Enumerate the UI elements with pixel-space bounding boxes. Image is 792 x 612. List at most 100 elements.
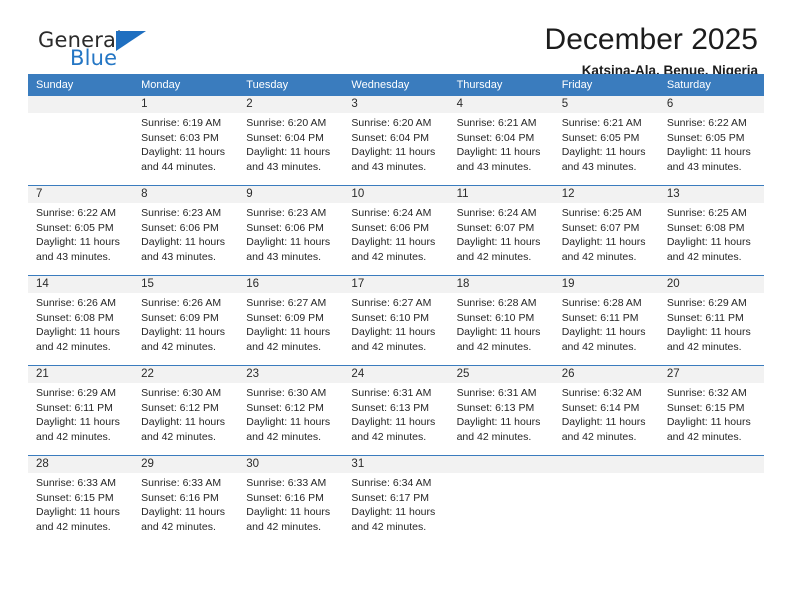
day-number: 31 — [343, 456, 449, 473]
day-cell-inner: 9 Sunrise: 6:23 AM Sunset: 6:06 PM Daylight… — [238, 186, 344, 275]
calendar-day-cell[interactable]: 17 Sunrise: 6:27 AM Sunset: 6:10 PM Dayligh… — [343, 275, 449, 366]
calendar-day-cell[interactable]: 12 Sunrise: 6:25 AM Sunset: 6:07 PM Dayligh… — [553, 185, 659, 276]
calendar-day-cell[interactable]: 30 Sunrise: 6:33 AM Sunset: 6:16 PM Dayligh… — [238, 455, 344, 545]
calendar-day-cell[interactable]: 20 Sunrise: 6:29 AM Sunset: 6:11 PM Dayligh… — [658, 275, 764, 366]
day-details: Sunrise: 6:25 AM Sunset: 6:07 PM Daylight:… — [554, 203, 659, 264]
sunset-text: Sunset: 6:06 PM — [351, 221, 430, 234]
daylight-text-line2: and 42 minutes. — [36, 340, 111, 353]
daylight-text-line1: Daylight: 11 hours — [351, 506, 436, 519]
sunset-text: Sunset: 6:10 PM — [351, 311, 430, 324]
calendar-day-cell[interactable]: 24 Sunrise: 6:31 AM Sunset: 6:13 PM Dayligh… — [343, 365, 449, 456]
sunset-text: Sunset: 6:11 PM — [666, 311, 744, 324]
daylight-text-line1: Daylight: 11 hours — [456, 146, 541, 159]
sunset-text: Sunset: 6:16 PM — [141, 491, 219, 504]
day-details: Sunrise: 6:29 AM Sunset: 6:11 PM Daylight:… — [659, 293, 764, 354]
day-cell-inner: 18 Sunrise: 6:28 AM Sunset: 6:10 PM Dayligh… — [448, 276, 554, 365]
daylight-text-line2: and 42 minutes. — [351, 520, 427, 533]
day-number — [448, 456, 554, 473]
calendar-day-cell[interactable]: 19 Sunrise: 6:28 AM Sunset: 6:11 PM Dayligh… — [553, 275, 659, 366]
calendar-day-cell[interactable]: 15 Sunrise: 6:26 AM Sunset: 6:09 PM Dayligh… — [133, 275, 239, 366]
day-cell-inner: 12 Sunrise: 6:25 AM Sunset: 6:07 PM Dayligh… — [553, 186, 659, 275]
sunrise-text: Sunrise: 6:23 AM — [246, 207, 327, 219]
calendar-day-cell[interactable]: 1 Sunrise: 6:19 AM Sunset: 6:03 PM Daylight… — [133, 96, 239, 186]
day-number: 4 — [448, 96, 554, 113]
sunrise-text: Sunrise: 6:32 AM — [561, 387, 642, 399]
daylight-text-line1: Daylight: 11 hours — [351, 326, 436, 339]
sunrise-text: Sunrise: 6:31 AM — [456, 387, 537, 399]
sunset-text: Sunset: 6:13 PM — [351, 401, 430, 414]
calendar-day-cell[interactable]: 18 Sunrise: 6:28 AM Sunset: 6:10 PM Dayligh… — [448, 275, 554, 366]
day-cell-inner: 17 Sunrise: 6:27 AM Sunset: 6:10 PM Dayligh… — [343, 276, 449, 365]
sunrise-text: Sunrise: 6:29 AM — [666, 297, 747, 309]
daylight-text-line2: and 42 minutes. — [36, 430, 111, 443]
weekday-header-row: Sunday Monday Tuesday Wednesday Thursday… — [28, 74, 764, 96]
daylight-text-line2: and 43 minutes. — [246, 250, 321, 263]
daylight-text-line2: and 42 minutes. — [246, 340, 321, 353]
calendar-day-cell[interactable]: 2 Sunrise: 6:20 AM Sunset: 6:04 PM Daylight… — [238, 96, 344, 186]
day-details — [659, 473, 764, 476]
calendar-day-cell[interactable]: 8 Sunrise: 6:23 AM Sunset: 6:06 PM Daylight… — [133, 185, 239, 276]
day-cell-inner: 24 Sunrise: 6:31 AM Sunset: 6:13 PM Dayligh… — [343, 366, 449, 455]
calendar-day-cell[interactable]: 4 Sunrise: 6:21 AM Sunset: 6:04 PM Daylight… — [448, 96, 554, 186]
day-number: 8 — [133, 186, 239, 203]
calendar-body: 1 Sunrise: 6:19 AM Sunset: 6:03 PM Daylight… — [28, 96, 764, 545]
day-cell-inner: 8 Sunrise: 6:23 AM Sunset: 6:06 PM Daylight… — [133, 186, 239, 275]
day-cell-inner: 7 Sunrise: 6:22 AM Sunset: 6:05 PM Daylight… — [28, 186, 134, 275]
calendar-page: General Blue December 2025 Katsina-Ala, … — [0, 0, 792, 612]
day-number: 17 — [343, 276, 449, 293]
calendar-day-cell[interactable]: 27 Sunrise: 6:32 AM Sunset: 6:15 PM Dayligh… — [658, 365, 764, 456]
day-number: 19 — [553, 276, 659, 293]
calendar-day-cell[interactable]: 23 Sunrise: 6:30 AM Sunset: 6:12 PM Dayligh… — [238, 365, 344, 456]
day-cell-inner: 6 Sunrise: 6:22 AM Sunset: 6:05 PM Daylight… — [658, 96, 764, 185]
sunset-text: Sunset: 6:08 PM — [36, 311, 114, 324]
calendar-day-cell[interactable]: 5 Sunrise: 6:21 AM Sunset: 6:05 PM Daylight… — [553, 96, 659, 186]
daylight-text-line2: and 42 minutes. — [351, 340, 427, 353]
calendar-day-cell[interactable]: 3 Sunrise: 6:20 AM Sunset: 6:04 PM Daylight… — [343, 96, 449, 186]
day-details: Sunrise: 6:33 AM Sunset: 6:15 PM Daylight:… — [28, 473, 133, 534]
calendar-day-cell[interactable]: 16 Sunrise: 6:27 AM Sunset: 6:09 PM Dayligh… — [238, 275, 344, 366]
daylight-text-line1: Daylight: 11 hours — [36, 236, 120, 249]
daylight-text-line2: and 42 minutes. — [246, 430, 321, 443]
calendar-day-cell[interactable]: 10 Sunrise: 6:24 AM Sunset: 6:06 PM Dayligh… — [343, 185, 449, 276]
calendar-day-cell[interactable]: 13 Sunrise: 6:25 AM Sunset: 6:08 PM Dayligh… — [658, 185, 764, 276]
brand-logo[interactable]: General Blue — [38, 28, 258, 80]
daylight-text-line1: Daylight: 11 hours — [456, 416, 541, 429]
day-details: Sunrise: 6:20 AM Sunset: 6:04 PM Daylight:… — [238, 113, 343, 174]
daylight-text-line2: and 43 minutes. — [36, 250, 111, 263]
day-cell-inner: 31 Sunrise: 6:34 AM Sunset: 6:17 PM Dayligh… — [343, 456, 449, 545]
daylight-text-line1: Daylight: 11 hours — [246, 236, 331, 249]
day-number: 13 — [658, 186, 764, 203]
calendar-day-cell[interactable]: 26 Sunrise: 6:32 AM Sunset: 6:14 PM Dayligh… — [553, 365, 659, 456]
sunrise-text: Sunrise: 6:20 AM — [246, 117, 327, 129]
day-cell-inner — [28, 96, 134, 185]
day-number: 14 — [28, 276, 134, 293]
calendar-day-cell[interactable]: 21 Sunrise: 6:29 AM Sunset: 6:11 PM Dayligh… — [28, 365, 134, 456]
calendar-day-cell[interactable]: 9 Sunrise: 6:23 AM Sunset: 6:06 PM Daylight… — [238, 185, 344, 276]
daylight-text-line1: Daylight: 11 hours — [351, 236, 436, 249]
calendar-empty-cell — [553, 455, 659, 545]
daylight-text-line1: Daylight: 11 hours — [246, 326, 331, 339]
day-details: Sunrise: 6:22 AM Sunset: 6:05 PM Daylight:… — [659, 113, 764, 174]
calendar-day-cell[interactable]: 14 Sunrise: 6:26 AM Sunset: 6:08 PM Dayligh… — [28, 275, 134, 366]
day-number: 9 — [238, 186, 344, 203]
daylight-text-line1: Daylight: 11 hours — [36, 416, 120, 429]
calendar-day-cell[interactable]: 11 Sunrise: 6:24 AM Sunset: 6:07 PM Dayligh… — [448, 185, 554, 276]
day-cell-inner: 4 Sunrise: 6:21 AM Sunset: 6:04 PM Daylight… — [448, 96, 554, 185]
daylight-text-line2: and 42 minutes. — [456, 430, 532, 443]
calendar-day-cell[interactable]: 25 Sunrise: 6:31 AM Sunset: 6:13 PM Dayligh… — [448, 365, 554, 456]
day-details: Sunrise: 6:29 AM Sunset: 6:11 PM Daylight:… — [28, 383, 133, 444]
calendar-day-cell[interactable]: 28 Sunrise: 6:33 AM Sunset: 6:15 PM Dayligh… — [28, 455, 134, 545]
daylight-text-line2: and 42 minutes. — [36, 520, 111, 533]
sunrise-text: Sunrise: 6:27 AM — [246, 297, 327, 309]
daylight-text-line1: Daylight: 11 hours — [141, 326, 225, 339]
calendar-day-cell[interactable]: 29 Sunrise: 6:33 AM Sunset: 6:16 PM Dayligh… — [133, 455, 239, 545]
calendar-day-cell[interactable]: 31 Sunrise: 6:34 AM Sunset: 6:17 PM Dayligh… — [343, 455, 449, 545]
calendar-day-cell[interactable]: 7 Sunrise: 6:22 AM Sunset: 6:05 PM Daylight… — [28, 185, 134, 276]
day-cell-inner: 16 Sunrise: 6:27 AM Sunset: 6:09 PM Dayligh… — [238, 276, 344, 365]
daylight-text-line2: and 42 minutes. — [666, 250, 742, 263]
calendar-day-cell[interactable]: 6 Sunrise: 6:22 AM Sunset: 6:05 PM Daylight… — [658, 96, 764, 186]
calendar-week-row: 7 Sunrise: 6:22 AM Sunset: 6:05 PM Daylight… — [28, 185, 764, 276]
calendar-day-cell[interactable]: 22 Sunrise: 6:30 AM Sunset: 6:12 PM Dayligh… — [133, 365, 239, 456]
daylight-text-line1: Daylight: 11 hours — [666, 236, 751, 249]
sunset-text: Sunset: 6:10 PM — [456, 311, 535, 324]
